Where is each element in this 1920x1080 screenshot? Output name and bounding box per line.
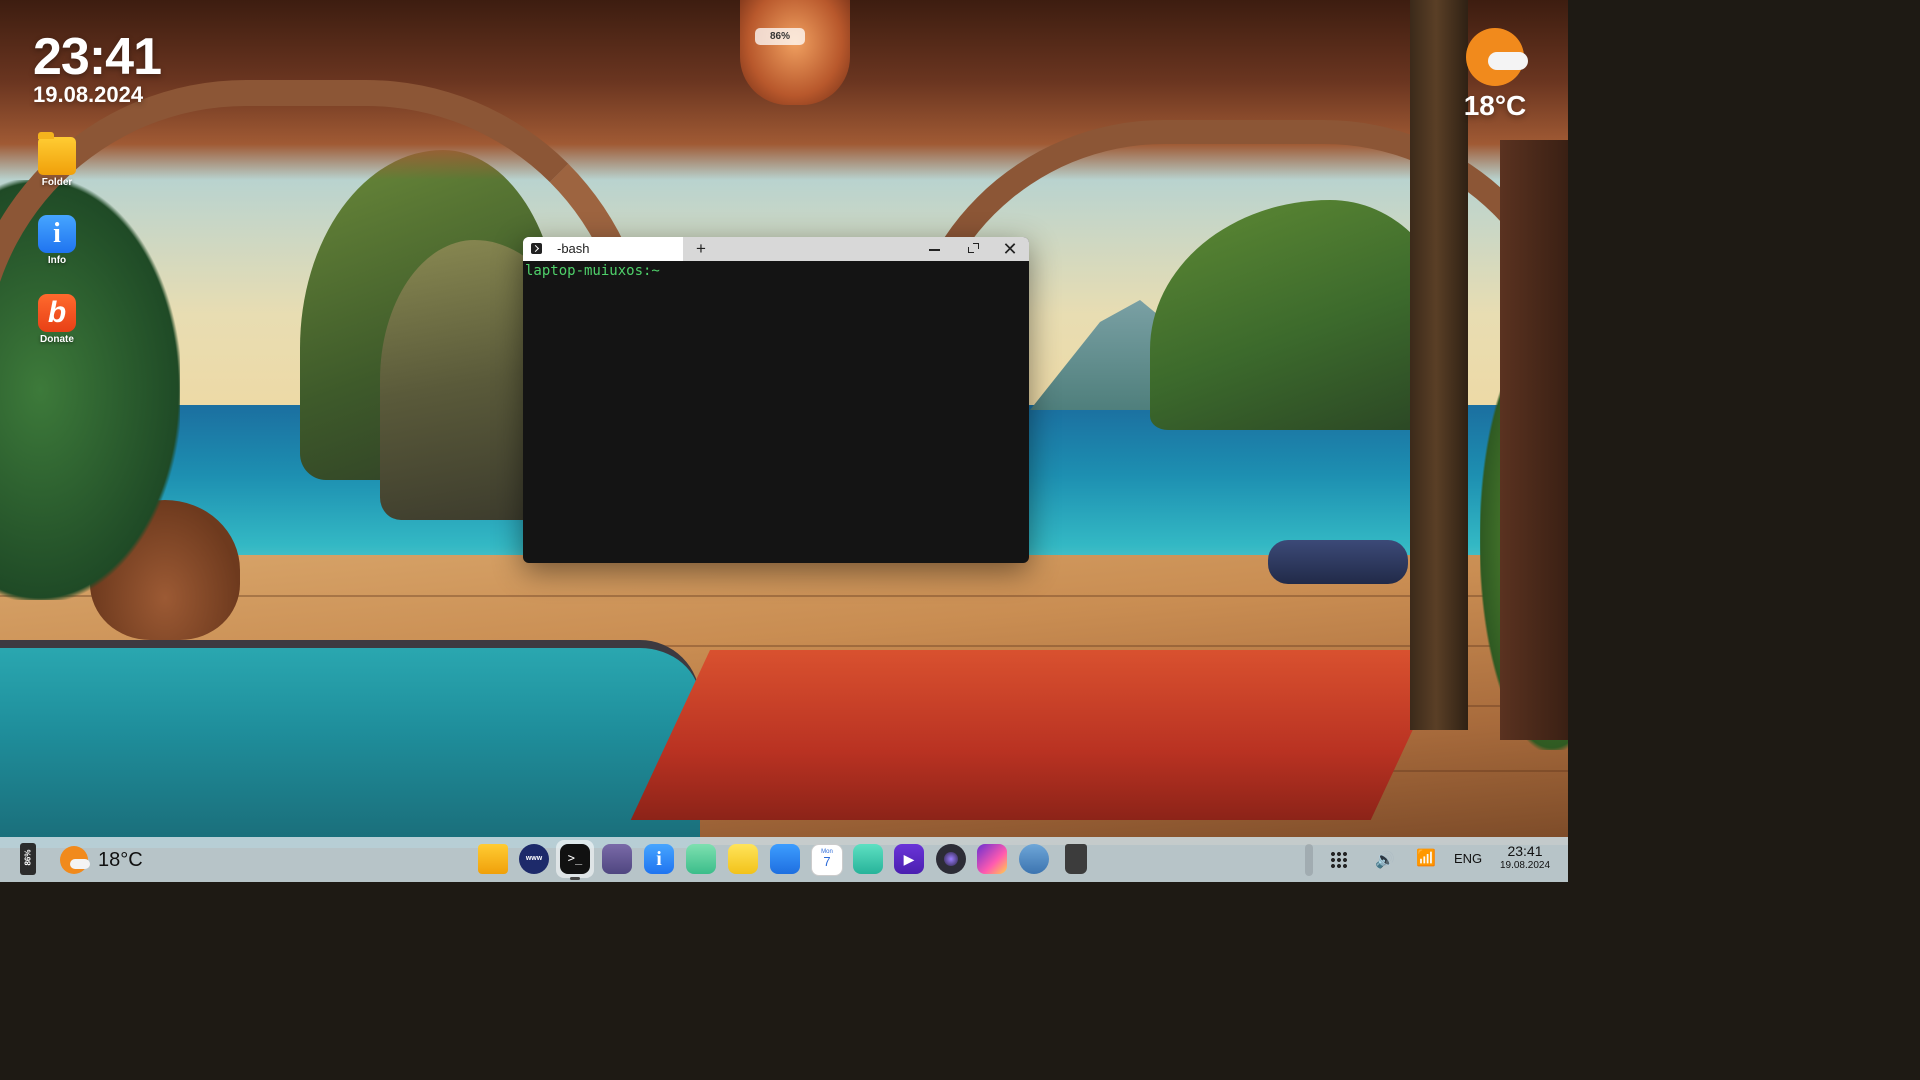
files-icon[interactable] <box>478 844 508 874</box>
desktop-icon-folder[interactable]: Folder <box>32 132 82 188</box>
info-icon[interactable]: i <box>644 844 674 874</box>
new-tab-button[interactable]: + <box>689 237 713 261</box>
video-player-icon[interactable]: ▶ <box>894 844 924 874</box>
maximize-button[interactable] <box>958 237 988 261</box>
desktop-icon-donate[interactable]: b Donate <box>32 294 82 345</box>
terminal-prompt[interactable]: laptop-muiuxos:~ <box>525 263 660 279</box>
desktop-clock-time: 23:41 <box>33 28 162 86</box>
terminal-tab-title: -bash <box>557 241 590 256</box>
calculator-icon[interactable] <box>602 844 632 874</box>
desktop-icon-info[interactable]: i Info <box>32 215 82 266</box>
taskbar-date: 19.08.2024 <box>1499 860 1551 871</box>
desktop-icon-label: Info <box>47 255 67 266</box>
trash-icon[interactable] <box>1065 844 1087 874</box>
calendar-icon[interactable]: 7 <box>811 835 843 876</box>
desktop-icon-label: Donate <box>40 334 74 345</box>
donate-icon: b <box>38 294 76 332</box>
terminal-icon <box>531 243 542 254</box>
info-icon: i <box>38 215 76 253</box>
close-button[interactable]: ✕ <box>995 237 1025 261</box>
camera-icon[interactable] <box>936 844 966 874</box>
weather-widget[interactable]: 18°C <box>1460 28 1530 122</box>
battery-level: 86% <box>23 849 33 866</box>
battery-icon[interactable]: 86% <box>20 843 36 875</box>
taskbar-clock[interactable]: 23:41 19.08.2024 <box>1498 843 1552 871</box>
notes-icon[interactable] <box>728 844 758 874</box>
terminal-tab[interactable]: -bash <box>523 237 683 261</box>
taskbar-separator <box>1305 844 1313 876</box>
taskbar: 86% 18°C www >_ i 7 ▶ 🔊 📶 ENG 23:41 19.0… <box>0 835 1568 882</box>
settings-icon[interactable] <box>1019 844 1049 874</box>
folder-icon <box>38 132 76 175</box>
terminal-titlebar[interactable]: -bash + ✕ <box>523 237 1029 261</box>
keyboard-language[interactable]: ENG <box>1454 851 1482 866</box>
weather-icon[interactable] <box>60 846 90 874</box>
browser-icon[interactable]: www <box>519 844 549 874</box>
extensions-icon[interactable] <box>686 844 716 874</box>
paint-icon[interactable] <box>977 844 1007 874</box>
minimize-button[interactable] <box>920 237 950 261</box>
desktop-clock-date: 19.08.2024 <box>33 82 144 107</box>
weather-app-icon[interactable] <box>770 844 800 874</box>
running-indicator <box>570 877 580 880</box>
desktop-icon-label: Folder <box>41 177 73 188</box>
desktop-clock-widget: 23:41 19.08.2024 <box>33 28 162 108</box>
partly-sunny-icon <box>1466 28 1528 86</box>
app-grid-icon[interactable] <box>1330 851 1348 869</box>
volume-icon[interactable]: 🔊 <box>1375 850 1395 870</box>
taskbar-time: 23:41 <box>1507 843 1543 859</box>
weather-temperature: 18°C <box>1463 90 1527 121</box>
wifi-icon[interactable]: 📶 <box>1416 848 1436 868</box>
photos-icon[interactable] <box>853 844 883 874</box>
taskbar-temperature[interactable]: 18°C <box>98 849 143 872</box>
terminal-icon[interactable]: >_ <box>560 844 590 874</box>
battery-indicator: 86% <box>755 28 805 45</box>
terminal-window[interactable]: -bash + ✕ laptop-muiuxos:~ <box>523 237 1029 563</box>
